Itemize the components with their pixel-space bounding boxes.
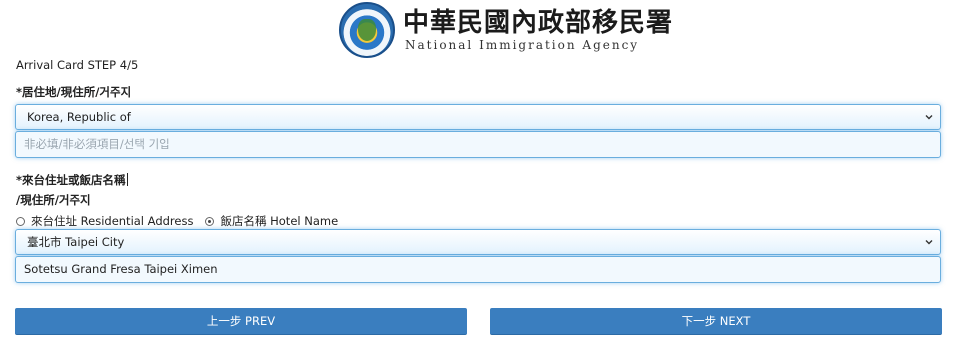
residence-label: *居住地/現住所/거주지 [16,85,132,99]
agency-name-english: National Immigration Agency [405,38,640,52]
next-button[interactable]: 下一步 NEXT [490,308,942,335]
radio-residential-address[interactable]: 來台住址 Residential Address [16,213,193,229]
residence-country-select[interactable]: Korea, Republic of [15,104,941,130]
agency-seal-logo [339,2,395,58]
text-cursor [126,173,128,186]
address-label-line2: /現住所/거주지 [16,193,91,207]
radio-residential-label: 來台住址 Residential Address [31,214,194,228]
residence-optional-placeholder: 非必填/非必須項目/선택 기입 [24,137,170,151]
address-label-text: *來台住址或飯店名稱 [16,173,126,187]
address-type-radio-group: 來台住址 Residential Address 飯店名稱 Hotel Name [16,213,350,229]
hotel-name-value: Sotetsu Grand Fresa Taipei Ximen [24,262,218,276]
residence-optional-input[interactable]: 非必填/非必須項目/선택 기입 [15,131,941,158]
agency-header: 中華民國內政部移民署 National Immigration Agency [339,2,673,58]
radio-hotel-circle[interactable] [205,216,215,226]
arrival-card-page: 中華民國內政部移民署 National Immigration Agency A… [0,0,966,350]
hotel-name-input[interactable]: Sotetsu Grand Fresa Taipei Ximen [15,256,941,283]
chevron-down-icon [925,240,933,245]
address-label-line1: *來台住址或飯店名稱 [16,172,128,188]
step-indicator: Arrival Card STEP 4/5 [16,58,139,72]
prev-button[interactable]: 上一步 PREV [15,308,467,335]
chevron-down-icon [925,115,933,120]
city-select[interactable]: 臺北市 Taipei City [15,229,941,255]
radio-residential-circle[interactable] [16,216,25,226]
agency-name-chinese: 中華民國內政部移民署 [403,8,674,38]
city-select-value: 臺北市 Taipei City [27,235,125,249]
residence-country-value: Korea, Republic of [27,110,131,124]
agency-logo-text: 中華民國內政部移民署 National Immigration Agency [403,8,673,52]
radio-hotel-label: 飯店名稱 Hotel Name [220,214,339,228]
radio-hotel-name[interactable]: 飯店名稱 Hotel Name [205,213,338,229]
